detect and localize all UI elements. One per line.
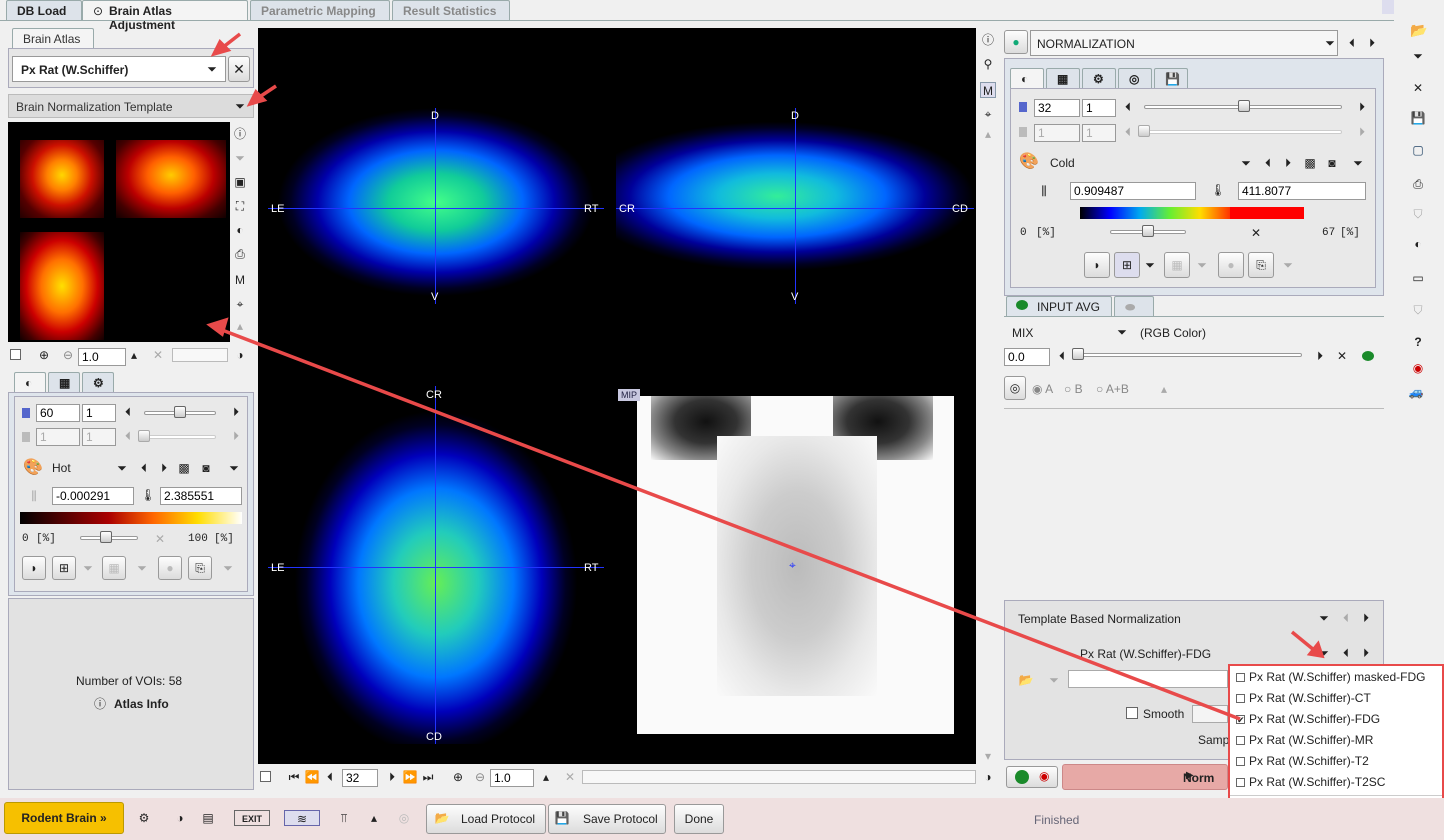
annotation-arrows — [206, 32, 1325, 721]
arrow-line — [1290, 630, 1316, 652]
arrow-head — [206, 317, 229, 337]
arrow-line — [221, 328, 1241, 721]
arrow-head — [1306, 640, 1325, 659]
